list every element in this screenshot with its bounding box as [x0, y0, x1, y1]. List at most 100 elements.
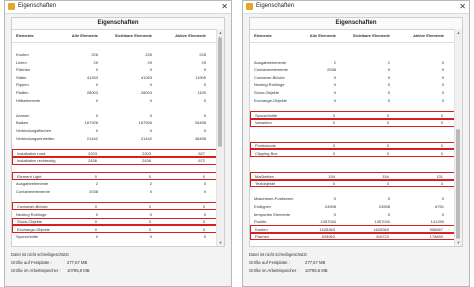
window-app-icon — [8, 3, 15, 10]
cell-active: 178890 — [429, 234, 443, 240]
table-row[interactable]: Spurschnitte 0 0 0 — [250, 111, 462, 119]
cell-visible: 0 — [148, 226, 151, 232]
scroll-thumb[interactable] — [456, 129, 460, 239]
table-row[interactable]: Pointclouds 0 0 0 — [250, 141, 462, 150]
table-row[interactable] — [12, 43, 224, 51]
cell-visible: 416723 — [375, 234, 389, 240]
table-row[interactable]: Endtypen 24598 24598 6751 — [250, 202, 462, 210]
table-row[interactable]: Achsen 0 0 0 — [12, 111, 224, 119]
table-row[interactable]: Clipping Box 0 0 0 — [250, 149, 462, 157]
cell-all: 28003 — [86, 90, 98, 96]
table-row[interactable]: Rippen 0 0 0 — [12, 81, 224, 89]
table-row[interactable] — [250, 134, 462, 142]
cell-all: 226 — [91, 52, 98, 58]
row-label: Exchange-Objekte — [17, 226, 50, 232]
vertical-scrollbar[interactable]: ▲ ▼ — [454, 29, 462, 246]
table-row[interactable]: Containerelemente 2038 0 0 — [12, 187, 224, 195]
scroll-down-icon[interactable]: ▼ — [455, 239, 462, 246]
table-row[interactable]: Flächen 628963 416723 178890 — [250, 232, 462, 241]
cell-active: 0 — [441, 196, 444, 202]
table-row[interactable]: Platten 28003 28003 1109 — [12, 89, 224, 97]
cell-all: 0 — [333, 97, 336, 103]
table-row[interactable] — [250, 127, 462, 135]
table-row[interactable]: Varianten 0 0 0 — [250, 118, 462, 127]
cell-visible: 28003 — [140, 90, 152, 96]
row-label: Stäbe — [16, 74, 27, 80]
table-row[interactable]: temporäre Elemente 0 0 0 — [250, 210, 462, 218]
vertical-scrollbar[interactable]: ▲ ▼ — [216, 29, 224, 246]
table-row[interactable]: Ausgabeelemente 2 2 0 — [250, 58, 462, 66]
row-label: Flächen — [255, 234, 270, 240]
table-row[interactable]: Show-Objekte 0 0 0 — [250, 89, 462, 97]
table-row[interactable]: Ausgabeelemente 2 2 0 — [12, 180, 224, 188]
table-row[interactable] — [12, 165, 224, 173]
table-row[interactable]: Stäbe 41263 41263 11909 — [12, 73, 224, 81]
table-row[interactable] — [12, 104, 224, 112]
column-header-all[interactable]: Alle Elemente — [72, 33, 98, 38]
row-label: Containerelemente — [254, 67, 288, 73]
table-row[interactable]: Element Light 0 0 0 — [12, 172, 224, 180]
table-row[interactable]: Nesting Rohlinge 0 0 0 — [12, 210, 224, 218]
column-header-visible[interactable]: Sichtbare Elemente — [353, 33, 390, 38]
table-row[interactable] — [12, 142, 224, 150]
table-row[interactable]: Balken 167926 167926 26498 — [12, 119, 224, 127]
table-row[interactable]: Nesting Rohlinge 0 0 0 — [250, 81, 462, 89]
cell-visible: 0 — [386, 112, 389, 118]
table-row[interactable]: Container-Blöcke 0 0 0 — [12, 202, 224, 211]
table-row[interactable] — [250, 104, 462, 112]
table-row[interactable]: Container-Blöcke 0 0 0 — [250, 73, 462, 81]
table-row[interactable]: Textobjekte 0 4 4 — [250, 179, 462, 188]
table-row[interactable]: Installation rechteckig 2436 2436 672 — [12, 156, 224, 165]
table-row[interactable]: Knoten 226 226 226 — [12, 51, 224, 59]
table-row[interactable] — [250, 157, 462, 165]
cell-active: 0 — [440, 112, 443, 118]
table-row[interactable]: Hilfselemente 0 0 0 — [12, 96, 224, 104]
table-row[interactable]: Exchange-Objekte 0 0 0 — [250, 96, 462, 104]
table-row[interactable] — [250, 187, 462, 195]
cell-visible: 29 — [147, 59, 152, 65]
cell-active: 0 — [203, 128, 206, 134]
table-row[interactable]: Verbindungseinheiten 21442 21442 46498 — [12, 134, 224, 142]
table-row[interactable]: Verbindungsflächen 0 0 0 — [12, 127, 224, 135]
table-row[interactable]: Spurschnitte 0 0 0 — [12, 233, 224, 241]
table-row[interactable]: Maschinen-Positionen 0 0 0 — [250, 195, 462, 203]
table-row[interactable]: Linien 29 29 29 — [12, 58, 224, 66]
cell-visible: 21442 — [140, 135, 152, 141]
cell-all: 2038 — [89, 188, 98, 194]
column-header-all[interactable]: Alle Elemente — [310, 33, 336, 38]
table-row[interactable]: Containerelemente 2038 0 0 — [250, 66, 462, 74]
cell-active: 0 — [441, 82, 444, 88]
title-bar[interactable]: Eigenschaften ✕ — [243, 1, 469, 14]
close-icon[interactable]: ✕ — [221, 2, 228, 11]
column-header-active[interactable]: Aktive Elemente — [175, 33, 206, 38]
table-row[interactable] — [12, 195, 224, 203]
scroll-thumb[interactable] — [218, 37, 222, 147]
row-label: Balken — [16, 120, 29, 126]
cell-visible: 0 — [387, 82, 390, 88]
row-label: Rippen — [16, 82, 29, 88]
column-header-elements[interactable]: Elemente — [16, 33, 34, 38]
scroll-up-icon[interactable]: ▲ — [455, 29, 462, 36]
column-header-row: Elemente Alle Elemente Sichtbare Element… — [12, 30, 224, 43]
title-bar[interactable]: Eigenschaften ✕ — [5, 1, 231, 14]
table-row[interactable] — [250, 51, 462, 59]
column-header-elements[interactable]: Elemente — [254, 33, 272, 38]
table-row[interactable]: Installation rund 2203 2203 627 — [12, 149, 224, 157]
column-header-active[interactable]: Aktive Elemente — [413, 33, 444, 38]
row-label: Endtypen — [254, 203, 271, 209]
scroll-down-icon[interactable]: ▼ — [217, 239, 224, 246]
table-row[interactable]: Exchange-Objekte 0 0 0 — [12, 225, 224, 233]
close-icon[interactable]: ✕ — [459, 2, 466, 11]
table-row[interactable] — [250, 43, 462, 51]
table-row[interactable] — [250, 165, 462, 173]
table-row[interactable]: Punkte 1357040 1357040 141290 — [250, 218, 462, 226]
scroll-up-icon[interactable]: ▲ — [217, 29, 224, 36]
table-row[interactable]: Flächen 0 0 0 — [12, 66, 224, 74]
cell-visible: 2203 — [142, 150, 151, 156]
table-row[interactable]: Maßketten 154 154 131 — [250, 172, 462, 180]
table-row[interactable]: Kanten 1628363 1628363 958567 — [250, 225, 462, 233]
column-header-visible[interactable]: Sichtbare Elemente — [115, 33, 152, 38]
cell-visible: 0 — [387, 196, 390, 202]
properties-window-left: Eigenschaften ✕ Eigenschaften Elemente A… — [4, 0, 232, 287]
table-row[interactable]: Show-Objekte 0 0 0 — [12, 217, 224, 226]
